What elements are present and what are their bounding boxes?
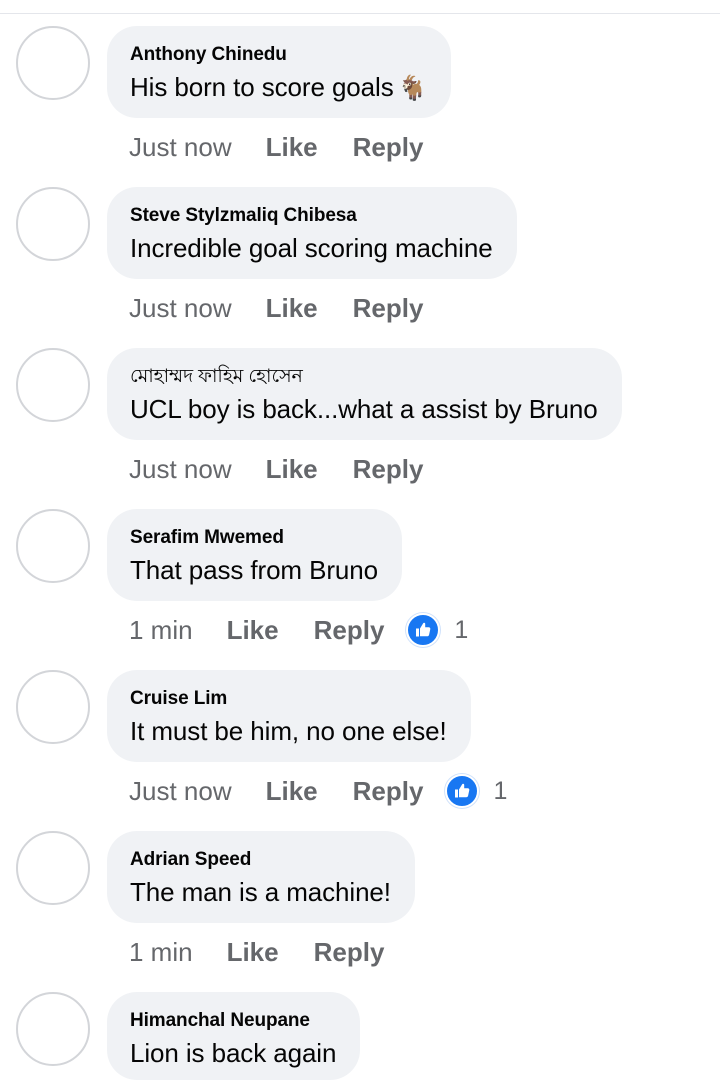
like-button[interactable]: Like	[227, 613, 279, 647]
reply-button[interactable]: Reply	[314, 935, 385, 969]
comment-text: Lion is back again	[130, 1038, 337, 1068]
like-button[interactable]: Like	[266, 130, 318, 164]
goat-emoji-icon: 🐐	[397, 74, 428, 102]
comment-bubble: Himanchal Neupane Lion is back again	[107, 992, 361, 1080]
comment-author[interactable]: Cruise Lim	[130, 688, 447, 710]
comment-text: The man is a machine!	[130, 877, 391, 907]
reaction-summary[interactable]: 1	[445, 774, 507, 808]
reply-button[interactable]: Reply	[353, 452, 424, 486]
thumbs-up-icon	[406, 613, 441, 647]
thumbs-up-icon	[445, 774, 480, 808]
comment-list: Anthony Chinedu His born to score goals 🐐…	[0, 0, 720, 1082]
comment-bubble: Serafim Mwemed That pass from Bruno	[107, 509, 402, 601]
comment-actions: Just now Like Reply	[129, 452, 445, 486]
avatar[interactable]	[16, 26, 90, 100]
comment-author[interactable]: Anthony Chinedu	[130, 44, 427, 66]
comment-time[interactable]: 1 min	[129, 935, 193, 969]
like-button[interactable]: Like	[266, 291, 318, 325]
comment-text: That pass from Bruno	[130, 555, 378, 585]
avatar[interactable]	[16, 670, 90, 744]
comment-item: Anthony Chinedu His born to score goals 🐐…	[0, 26, 720, 187]
reply-button[interactable]: Reply	[353, 774, 424, 808]
comment-actions: 1 min Like Reply	[129, 935, 406, 969]
like-button[interactable]: Like	[266, 774, 318, 808]
comment-item: Cruise Lim It must be him, no one else! …	[0, 670, 720, 831]
comment-actions: Just now Like Reply	[129, 291, 445, 325]
comment-item: Steve Stylzmaliq Chibesa Incredible goal…	[0, 187, 720, 348]
comment-time[interactable]: Just now	[129, 130, 232, 164]
comment-bubble: Steve Stylzmaliq Chibesa Incredible goal…	[107, 187, 517, 279]
comment-item: Serafim Mwemed That pass from Bruno 1 mi…	[0, 509, 720, 670]
reply-button[interactable]: Reply	[353, 130, 424, 164]
like-button[interactable]: Like	[266, 452, 318, 486]
avatar[interactable]	[16, 831, 90, 905]
comment-item: Adrian Speed The man is a machine! 1 min…	[0, 831, 720, 992]
avatar[interactable]	[16, 187, 90, 261]
comment-actions: Just now Like Reply	[129, 130, 445, 164]
reply-button[interactable]: Reply	[314, 613, 385, 647]
comment-author[interactable]: Serafim Mwemed	[130, 527, 378, 549]
avatar[interactable]	[16, 992, 90, 1066]
comment-item: Himanchal Neupane Lion is back again	[0, 992, 720, 1082]
comment-time[interactable]: Just now	[129, 452, 232, 486]
comment-time[interactable]: Just now	[129, 774, 232, 808]
reaction-count: 1	[493, 777, 508, 805]
comment-text: His born to score goals 🐐	[130, 72, 428, 102]
comment-time[interactable]: 1 min	[129, 613, 193, 647]
comment-author[interactable]: Himanchal Neupane	[130, 1010, 336, 1032]
reaction-count: 1	[454, 616, 469, 644]
comment-text: Incredible goal scoring machine	[130, 233, 493, 263]
comment-author[interactable]: Adrian Speed	[130, 849, 391, 871]
comment-time[interactable]: Just now	[129, 291, 232, 325]
comment-text: UCL boy is back...what a assist by Bruno	[130, 394, 598, 424]
comment-author[interactable]: মোহাম্মদ ফাহিম হোসেন	[130, 366, 598, 388]
comment-actions: Just now Like Reply 1	[129, 774, 507, 808]
avatar[interactable]	[16, 509, 90, 583]
comment-author[interactable]: Steve Stylzmaliq Chibesa	[130, 205, 493, 227]
comment-bubble: মোহাম্মদ ফাহিম হোসেন UCL boy is back...w…	[107, 348, 622, 440]
comment-actions: 1 min Like Reply 1	[129, 613, 468, 647]
comment-bubble: Adrian Speed The man is a machine!	[107, 831, 415, 923]
comment-bubble: Cruise Lim It must be him, no one else!	[107, 670, 471, 762]
avatar[interactable]	[16, 348, 90, 422]
reaction-summary[interactable]: 1	[406, 613, 468, 647]
comment-text: It must be him, no one else!	[130, 716, 447, 746]
like-button[interactable]: Like	[227, 935, 279, 969]
comment-bubble: Anthony Chinedu His born to score goals 🐐	[107, 26, 452, 118]
comment-item: মোহাম্মদ ফাহিম হোসেন UCL boy is back...w…	[0, 348, 720, 509]
reply-button[interactable]: Reply	[353, 291, 424, 325]
